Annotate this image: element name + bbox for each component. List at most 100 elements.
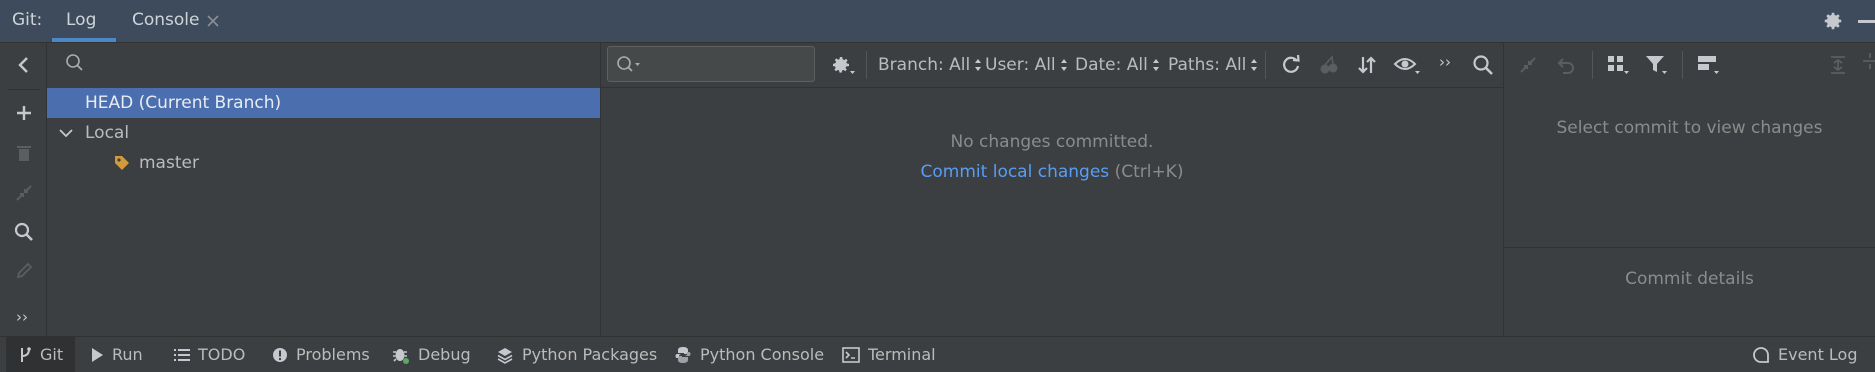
tool-window-todo[interactable]: TODO — [174, 337, 245, 372]
search-icon[interactable] — [10, 218, 38, 246]
minimize-icon[interactable] — [1858, 20, 1875, 23]
collapse-all-icon[interactable] — [1860, 51, 1875, 79]
user-filter-label: User: All — [985, 55, 1056, 75]
tree-item-label: Local — [85, 123, 130, 143]
date-filter[interactable]: Date: All — [1075, 55, 1160, 75]
paths-filter-label: Paths: All — [1168, 55, 1247, 75]
branch-filter[interactable]: Branch: All — [878, 55, 982, 75]
tree-item-head[interactable]: HEAD (Current Branch) — [47, 88, 600, 118]
tool-window-bar: Git Run TODO Problems Debug Python Packa… — [0, 336, 1875, 372]
date-filter-label: Date: All — [1075, 55, 1148, 75]
settings-dropdown-icon[interactable] — [827, 51, 859, 79]
git-tool-window-header: Git: Log Console — [0, 0, 1875, 43]
commit-local-changes-link[interactable]: Commit local changes — [921, 162, 1110, 182]
tool-window-label: Event Log — [1778, 345, 1858, 364]
tool-window-label: Debug — [418, 345, 471, 364]
problems-icon — [272, 347, 288, 363]
run-icon — [90, 347, 104, 363]
tool-window-label: Terminal — [868, 345, 936, 364]
add-icon[interactable] — [10, 99, 38, 127]
chevron-down-icon[interactable] — [59, 128, 77, 138]
bug-icon — [392, 346, 410, 364]
log-toolbar: Branch: All User: All Date: All Paths: A… — [601, 43, 1503, 87]
tag-icon — [113, 154, 131, 172]
commit-details-placeholder: Commit details — [1625, 269, 1754, 289]
gear-icon[interactable] — [1820, 8, 1846, 34]
tab-console-label: Console — [132, 10, 200, 30]
details-toolbar — [1504, 43, 1875, 87]
log-search-field[interactable] — [607, 46, 815, 82]
tool-window-problems[interactable]: Problems — [272, 337, 370, 372]
tree-item-local[interactable]: Local — [47, 118, 600, 148]
tool-window-python-console[interactable]: Python Console — [674, 337, 824, 372]
commit-details-panel: Commit details — [1504, 248, 1875, 336]
close-icon[interactable] — [206, 14, 220, 28]
paths-filter[interactable]: Paths: All — [1168, 55, 1258, 75]
tool-window-label: TODO — [198, 345, 246, 364]
branch-filter-label: Branch: All — [878, 55, 971, 75]
refresh-icon[interactable] — [1277, 51, 1305, 79]
changes-placeholder: Select commit to view changes — [1556, 118, 1823, 138]
log-search-input[interactable] — [646, 51, 810, 77]
tool-window-label: Python Console — [700, 345, 825, 364]
terminal-icon — [842, 346, 860, 363]
git-log-panel: ›› HEAD (Current Branch) Local master Br… — [0, 43, 1875, 336]
delete-icon[interactable] — [10, 139, 38, 167]
group-by-icon[interactable] — [1604, 51, 1634, 79]
sort-icon[interactable] — [1353, 51, 1381, 79]
list-icon — [174, 348, 190, 362]
tab-log[interactable]: Log — [52, 0, 116, 42]
tool-window-label: Git — [40, 345, 64, 364]
tool-window-debug[interactable]: Debug — [392, 337, 471, 372]
updown-icon — [974, 58, 982, 72]
expand-all-icon[interactable] — [1824, 51, 1852, 79]
tool-window-run[interactable]: Run — [90, 337, 143, 372]
updown-icon — [1152, 58, 1160, 72]
tool-window-title: Git: — [12, 10, 43, 30]
tree-item-master[interactable]: master — [47, 148, 600, 178]
commit-hint: Commit local changes (Ctrl+K) — [601, 162, 1503, 182]
tool-window-git[interactable]: Git — [6, 337, 76, 372]
search-icon[interactable] — [1469, 51, 1497, 79]
tree-item-label: master — [139, 153, 199, 173]
cherry-pick-icon[interactable] — [1315, 51, 1343, 79]
tree-item-label: HEAD (Current Branch) — [85, 93, 282, 113]
updown-icon — [1250, 58, 1258, 72]
divider — [1592, 51, 1593, 79]
tab-console[interactable]: Console — [120, 0, 230, 42]
tool-window-event-log[interactable]: Event Log — [1752, 337, 1858, 372]
divider — [1265, 51, 1266, 79]
layout-icon[interactable] — [1694, 51, 1724, 79]
collapse-panel-icon[interactable] — [10, 51, 38, 79]
search-history-icon[interactable] — [616, 55, 642, 73]
edit-icon[interactable] — [10, 257, 38, 285]
commit-log-area: No changes committed. Commit local chang… — [601, 88, 1503, 336]
tab-log-label: Log — [66, 10, 97, 30]
python-icon — [674, 346, 692, 364]
tool-window-label: Run — [112, 345, 143, 364]
collapse-diff-icon[interactable] — [1514, 51, 1542, 79]
more-actions-icon[interactable]: ›› — [1439, 53, 1451, 71]
compare-icon[interactable] — [10, 179, 38, 207]
divider — [1682, 51, 1683, 79]
tool-window-label: Problems — [296, 345, 370, 364]
shortcut-hint: (Ctrl+K) — [1114, 162, 1184, 182]
eye-icon[interactable] — [1391, 51, 1425, 79]
event-log-icon — [1752, 346, 1770, 364]
filter-icon[interactable] — [1642, 51, 1672, 79]
divider — [8, 89, 40, 90]
more-icon[interactable]: ›› — [16, 308, 28, 326]
undo-icon[interactable] — [1552, 51, 1580, 79]
tool-window-label: Python Packages — [522, 345, 658, 364]
tool-window-terminal[interactable]: Terminal — [842, 337, 936, 372]
active-tab-indicator — [52, 38, 116, 42]
search-icon — [65, 53, 85, 73]
divider — [866, 51, 867, 79]
tool-window-python-packages[interactable]: Python Packages — [496, 337, 657, 372]
user-filter[interactable]: User: All — [985, 55, 1068, 75]
updown-icon — [1060, 58, 1068, 72]
branches-side-toolbar: ›› — [0, 43, 46, 336]
layers-icon — [496, 346, 514, 364]
branch-search-input[interactable] — [91, 49, 585, 79]
branches-panel: HEAD (Current Branch) Local master — [47, 43, 600, 336]
